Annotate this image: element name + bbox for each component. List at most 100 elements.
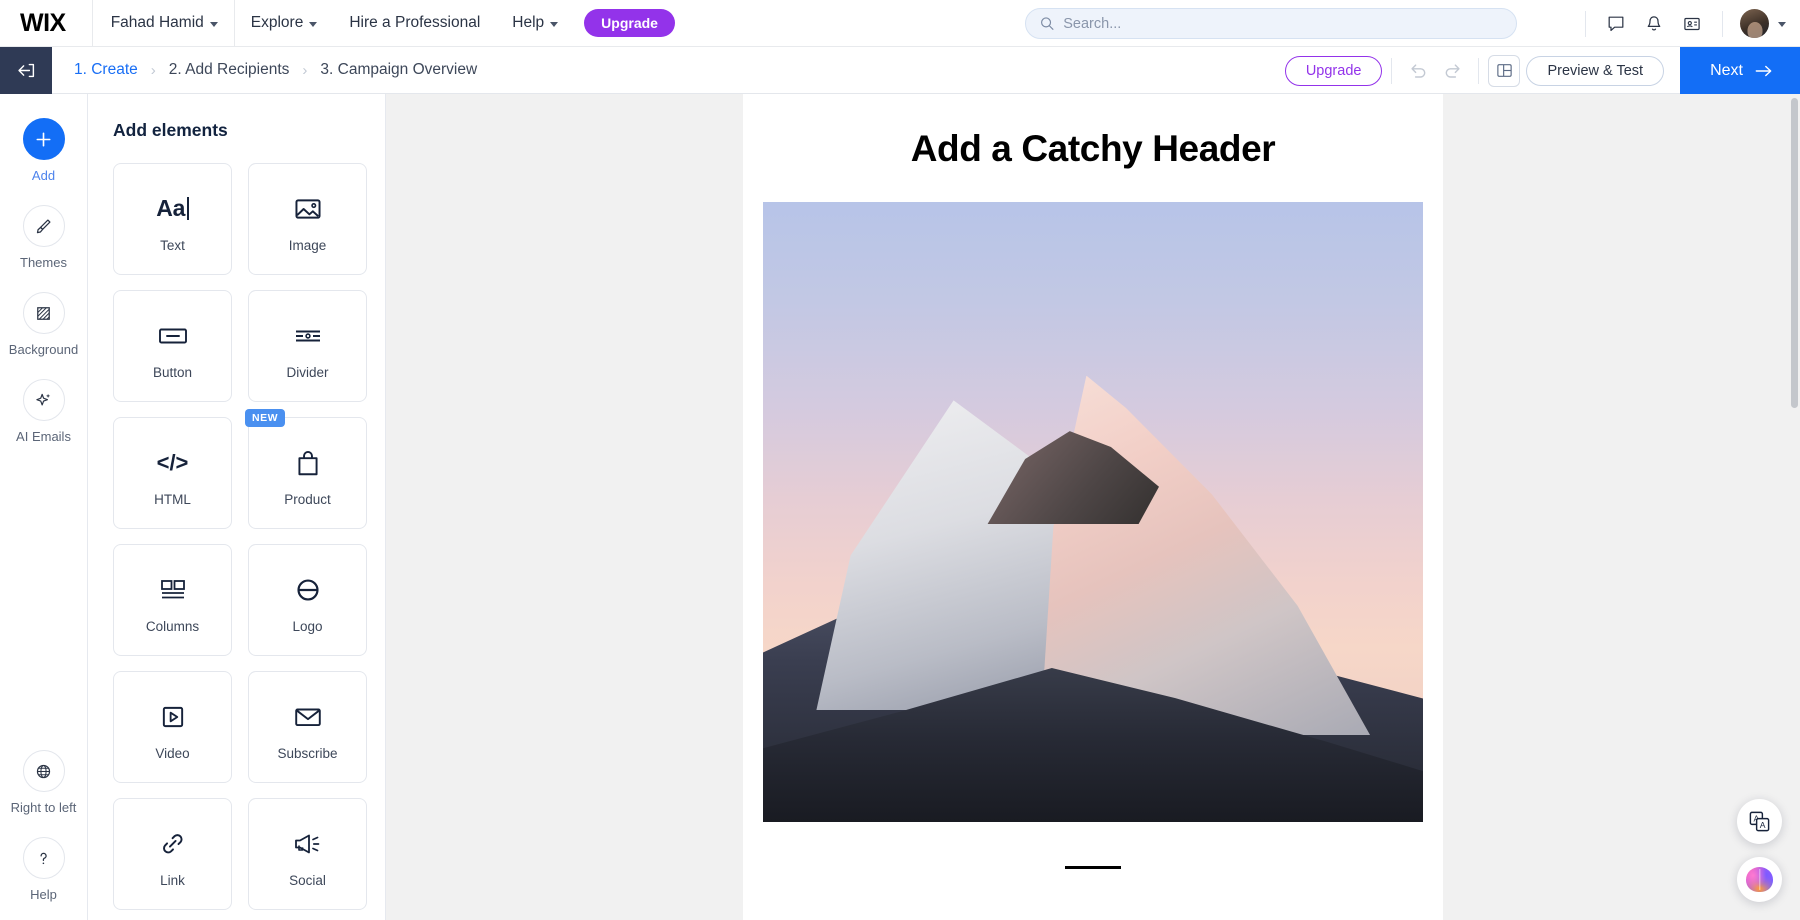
- chevron-down-icon[interactable]: [1778, 22, 1786, 27]
- question-mark-icon-circle: [22, 837, 65, 879]
- left-icon-rail: Add Themes Background AI Emails Right to…: [0, 94, 88, 920]
- element-card-html[interactable]: </> HTML: [113, 417, 232, 529]
- element-card-grid: Aa Text Image Button Divider </> HTML NE…: [113, 163, 385, 910]
- nav-explore[interactable]: Explore: [235, 0, 334, 47]
- layout-panel-icon: [1497, 64, 1512, 77]
- breadcrumb-step-add-recipients[interactable]: 2. Add Recipients: [169, 61, 290, 79]
- panel-title: Add elements: [113, 120, 228, 140]
- element-label-text: Text: [160, 237, 185, 253]
- ai-assistant-button[interactable]: [1737, 857, 1782, 902]
- rail-item-right-to-left[interactable]: Right to left: [0, 750, 87, 815]
- upgrade-button-top[interactable]: Upgrade: [584, 9, 675, 37]
- element-label-subscribe: Subscribe: [277, 745, 338, 761]
- editor-actions: Upgrade Preview & Test Next: [1284, 47, 1800, 94]
- bell-icon[interactable]: [1637, 7, 1671, 41]
- element-card-logo[interactable]: Logo: [248, 544, 367, 656]
- background-pattern-icon: [37, 306, 50, 320]
- next-button[interactable]: Next: [1680, 47, 1800, 94]
- preview-and-test-button[interactable]: Preview & Test: [1526, 55, 1665, 86]
- element-card-text[interactable]: Aa Text: [113, 163, 232, 275]
- element-label-image: Image: [288, 237, 327, 253]
- element-card-subscribe[interactable]: Subscribe: [248, 671, 367, 783]
- logo-circle-icon: [293, 567, 323, 613]
- code-icon: </>: [156, 449, 189, 475]
- nav-explore-label: Explore: [250, 14, 304, 31]
- element-card-button[interactable]: Button: [113, 290, 232, 402]
- rail-item-background[interactable]: Background: [0, 292, 87, 357]
- search-box[interactable]: [1025, 8, 1517, 39]
- rail-item-ai-emails[interactable]: AI Emails: [0, 379, 87, 444]
- element-label-html: HTML: [154, 491, 191, 507]
- element-label-product: Product: [284, 491, 331, 507]
- nav-account-menu[interactable]: Fahad Hamid: [93, 0, 234, 47]
- divider: [1391, 57, 1393, 84]
- element-label-social: Social: [289, 872, 326, 888]
- image-icon: [293, 186, 323, 232]
- upgrade-button[interactable]: Upgrade: [1284, 55, 1383, 86]
- element-label-divider: Divider: [286, 364, 329, 380]
- redo-button[interactable]: [1435, 54, 1469, 88]
- new-badge: NEW: [245, 409, 285, 427]
- wix-logo[interactable]: WIX: [20, 9, 66, 38]
- rail-label-ai-emails: AI Emails: [16, 429, 71, 444]
- plus-icon-circle: [22, 118, 65, 160]
- rail-label-add: Add: [31, 168, 56, 183]
- link-chain-icon: [159, 821, 187, 867]
- element-card-social[interactable]: Social: [248, 798, 367, 910]
- video-play-icon: [159, 694, 187, 740]
- next-button-label: Next: [1710, 61, 1743, 79]
- nav-hire-label: Hire a Professional: [349, 14, 481, 31]
- sparkle-icon-circle: [22, 379, 65, 421]
- undo-button[interactable]: [1401, 54, 1435, 88]
- paintbrush-icon-circle: [22, 205, 65, 247]
- rail-item-help[interactable]: Help: [0, 837, 87, 902]
- element-card-video[interactable]: Video: [113, 671, 232, 783]
- search-input[interactable]: [1063, 15, 1502, 32]
- breadcrumb-action-bar: 1. Create › 2. Add Recipients › 3. Campa…: [0, 46, 1800, 94]
- element-label-logo: Logo: [292, 618, 323, 634]
- breadcrumb-step-create[interactable]: 1. Create: [74, 61, 138, 79]
- canvas-scrollbar[interactable]: [1790, 94, 1799, 920]
- chat-icon[interactable]: [1599, 7, 1633, 41]
- back-button[interactable]: [0, 46, 52, 94]
- email-header-text[interactable]: Add a Catchy Header: [743, 128, 1443, 170]
- top-navigation-bar: WIX Fahad Hamid Explore Hire a Professio…: [0, 0, 1800, 47]
- ai-brain-icon: [1746, 867, 1773, 892]
- element-card-divider[interactable]: Divider: [248, 290, 367, 402]
- translate-button[interactable]: A A: [1737, 799, 1782, 844]
- rail-item-add[interactable]: Add: [0, 118, 87, 183]
- envelope-icon: [293, 694, 323, 740]
- email-sheet[interactable]: Add a Catchy Header: [743, 94, 1443, 920]
- paintbrush-icon: [36, 218, 51, 233]
- element-card-product[interactable]: NEW Product: [245, 409, 367, 529]
- element-label-button: Button: [152, 364, 193, 380]
- plus-icon: [36, 131, 51, 147]
- element-card-columns[interactable]: Columns: [113, 544, 232, 656]
- email-canvas: Add a Catchy Header A A: [386, 94, 1800, 920]
- layout-panel-button[interactable]: [1488, 54, 1521, 87]
- canvas-scrollbar-thumb[interactable]: [1791, 98, 1798, 408]
- topbar-actions: [1576, 0, 1786, 47]
- undo-icon: [1411, 64, 1426, 78]
- globe-icon-circle: [22, 750, 65, 792]
- back-arrow-icon: [17, 63, 34, 77]
- megaphone-icon: [292, 821, 324, 867]
- rail-label-themes: Themes: [20, 255, 67, 270]
- background-pattern-icon-circle: [22, 292, 65, 334]
- divider: [1478, 57, 1480, 84]
- element-card-link[interactable]: Link: [113, 798, 232, 910]
- element-card-image[interactable]: Image: [248, 163, 367, 275]
- breadcrumb-step-campaign-overview[interactable]: 3. Campaign Overview: [320, 61, 477, 79]
- rail-item-themes[interactable]: Themes: [0, 205, 87, 270]
- email-hero-image[interactable]: [763, 202, 1423, 822]
- nav-help[interactable]: Help: [496, 0, 574, 47]
- question-mark-icon: [40, 852, 47, 864]
- globe-icon: [36, 764, 51, 778]
- breadcrumb: 1. Create › 2. Add Recipients › 3. Campa…: [74, 61, 477, 79]
- email-divider[interactable]: [1065, 866, 1121, 869]
- avatar[interactable]: [1740, 9, 1769, 38]
- contacts-icon[interactable]: [1675, 7, 1709, 41]
- floating-action-buttons: A A: [1737, 799, 1782, 902]
- nav-hire-professional[interactable]: Hire a Professional: [333, 0, 496, 47]
- redo-icon: [1445, 64, 1460, 78]
